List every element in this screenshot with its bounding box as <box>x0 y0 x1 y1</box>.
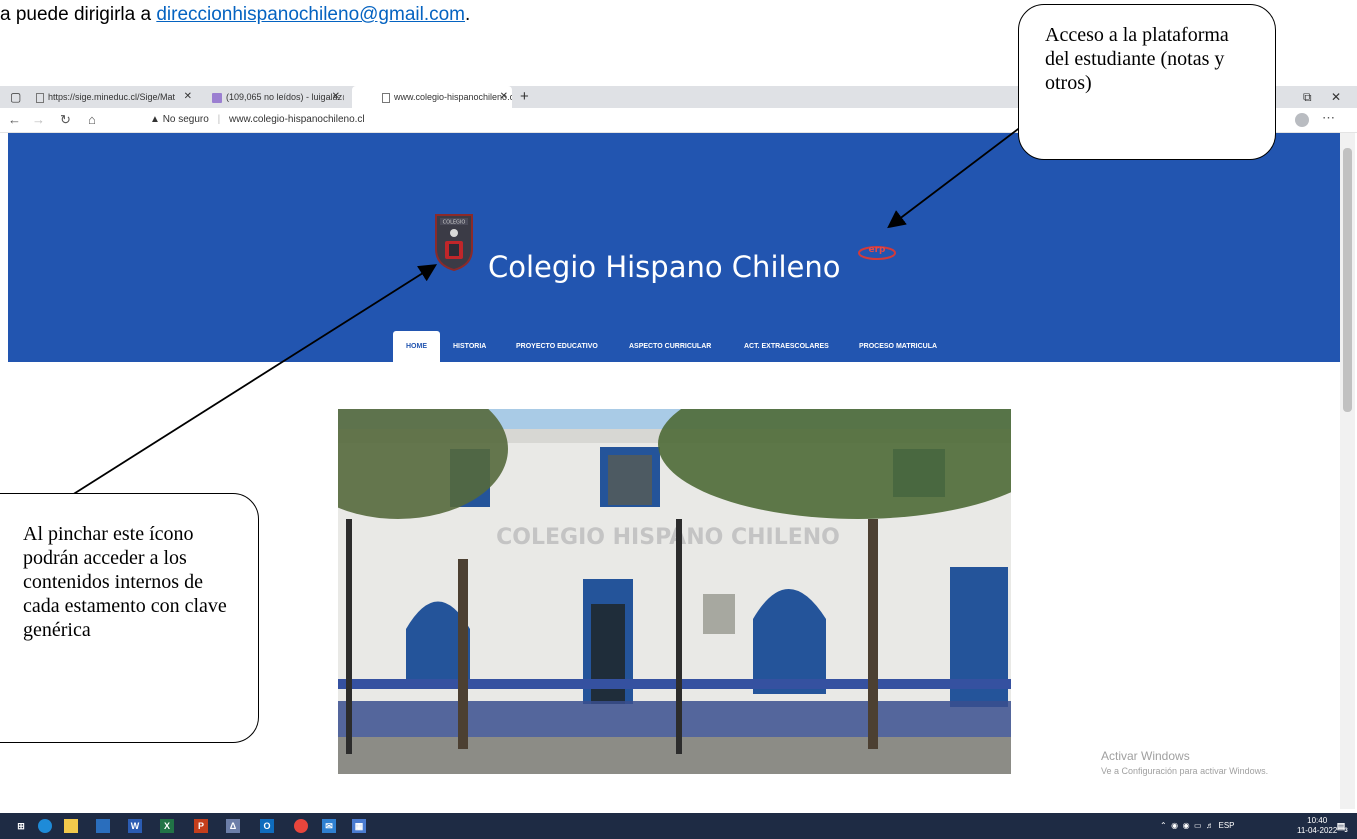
tab-label: (109,065 no leídos) - luigalaz@y <box>226 92 344 102</box>
notification-count: 3 <box>1344 828 1348 834</box>
file-explorer-icon[interactable] <box>64 819 78 833</box>
edge-browser-icon[interactable] <box>38 819 52 833</box>
taskbar-clock[interactable]: 10:40 11-04-2022 <box>1297 816 1337 836</box>
email-link[interactable]: direccionhispanochileno@gmail.com <box>156 4 465 25</box>
document-text-prefix: a puede dirigirla a <box>0 4 157 25</box>
excel-icon[interactable]: X <box>160 819 174 833</box>
volume-icon[interactable]: ♬ <box>1206 821 1214 830</box>
site-title: Colegio Hispano Chileno <box>488 250 841 284</box>
menu-item-act-extraescolares[interactable]: ACT. EXTRAESCOLARES <box>744 331 829 362</box>
close-icon[interactable]: ✕ <box>332 86 340 108</box>
word-icon[interactable]: W <box>128 819 142 833</box>
more-options-icon[interactable]: ⋯ <box>1322 108 1335 128</box>
tab-actions-icon[interactable]: ▢ <box>10 86 21 108</box>
security-tray-icon[interactable]: ◉ <box>1183 821 1190 830</box>
chevron-up-icon[interactable]: ⌃ <box>1160 821 1167 830</box>
menu-item-proyecto-educativo[interactable]: PROYECTO EDUCATIVO <box>516 331 598 362</box>
close-window-icon[interactable]: ✕ <box>1331 86 1341 108</box>
school-crest-icon[interactable]: COLEGIO <box>434 213 474 271</box>
browser-tab-sige[interactable]: https://sige.mineduc.cl/Sige/Mat ✕ <box>36 86 196 108</box>
callout-crest-access: Al pinchar este ícono podrán acceder a l… <box>0 493 259 743</box>
language-indicator[interactable]: ESP <box>1219 821 1235 830</box>
activate-title: Activar Windows <box>1101 749 1190 763</box>
activate-subtitle: Ve a Configuración para activar Windows. <box>1101 766 1269 776</box>
calendar-icon[interactable]: ▦ <box>352 819 366 833</box>
network-icon[interactable]: ◉ <box>1171 821 1178 830</box>
building-sign-text: COLEGIO HISPANO CHILENO <box>496 525 840 550</box>
menu-item-historia[interactable]: HISTORIA <box>453 331 486 362</box>
windows-activation-notice: Activar Windows Ve a Configuración para … <box>1101 749 1268 779</box>
browser-tab-mail[interactable]: (109,065 no leídos) - luigalaz@y ✕ <box>212 86 344 108</box>
system-tray: ⌃ ◉ ◉ ▭ ♬ ESP <box>1160 813 1235 839</box>
outlook-icon[interactable]: O <box>260 819 274 833</box>
powerpoint-icon[interactable]: P <box>194 819 208 833</box>
reload-icon[interactable]: ↻ <box>60 108 71 132</box>
clock-date: 11-04-2022 <box>1297 826 1338 835</box>
scrollbar-thumb[interactable] <box>1343 148 1352 412</box>
page-scrollbar[interactable] <box>1340 133 1355 809</box>
home-icon[interactable]: ⌂ <box>88 108 96 132</box>
close-icon[interactable]: ✕ <box>500 86 508 108</box>
document-text-suffix: . <box>465 4 471 25</box>
back-arrow-icon[interactable]: ← <box>8 108 21 132</box>
mail-app-icon[interactable]: ✉ <box>322 819 336 833</box>
url-field[interactable]: ▲ No seguro | www.colegio-hispanochileno… <box>150 108 365 132</box>
school-building-photo: COLEGIO HISPANO CHILENO <box>338 409 1011 774</box>
tab-label: https://sige.mineduc.cl/Sige/Mat <box>48 92 176 102</box>
mail-icon <box>212 92 222 103</box>
profile-avatar-icon[interactable] <box>1295 113 1309 127</box>
address-separator: | <box>217 114 221 125</box>
menu-item-home[interactable]: HOME <box>393 331 440 362</box>
clock-time: 10:40 <box>1307 816 1328 825</box>
app-icon[interactable]: Δ <box>226 819 240 833</box>
page-icon <box>36 92 44 103</box>
erp-logo-text: erp <box>869 245 887 255</box>
url-text: www.colegio-hispanochileno.cl <box>229 114 365 125</box>
page-icon <box>382 92 390 103</box>
erp-logo-icon[interactable]: erp <box>858 243 896 261</box>
warning-icon: ▲ <box>150 114 160 125</box>
tab-label: www.colegio-hispanochileno.cl <box>394 92 512 102</box>
security-label: No seguro <box>162 114 209 125</box>
contacts-app-icon[interactable] <box>96 819 110 833</box>
menu-item-aspecto-curricular[interactable]: ASPECTO CURRICULAR <box>629 331 711 362</box>
windows-start-icon[interactable]: ⊞ <box>14 819 28 833</box>
chrome-icon[interactable] <box>294 819 308 833</box>
crest-text: COLEGIO <box>443 220 466 226</box>
forward-arrow-icon[interactable]: → <box>32 108 45 132</box>
restore-window-icon[interactable]: ⧉ <box>1303 86 1312 108</box>
callout-student-platform: Acceso a la plataforma del estudiante (n… <box>1018 4 1276 160</box>
site-header: COLEGIO Colegio Hispano Chileno erp HOME… <box>8 133 1340 362</box>
display-icon[interactable]: ▭ <box>1194 821 1202 830</box>
browser-tab-colegio[interactable]: www.colegio-hispanochileno.cl ✕ <box>352 86 512 108</box>
menu-item-proceso-matricula[interactable]: PROCESO MATRICULA <box>859 331 937 362</box>
document-top-text: a puede dirigirla a direccionhispanochil… <box>0 0 470 30</box>
close-icon[interactable]: ✕ <box>184 86 192 108</box>
windows-taskbar: ⊞ W X P Δ O ✉ ▦ ⌃ ◉ ◉ ▭ ♬ ESP 10:40 11-0… <box>0 813 1357 839</box>
new-tab-button[interactable]: + <box>520 86 529 108</box>
